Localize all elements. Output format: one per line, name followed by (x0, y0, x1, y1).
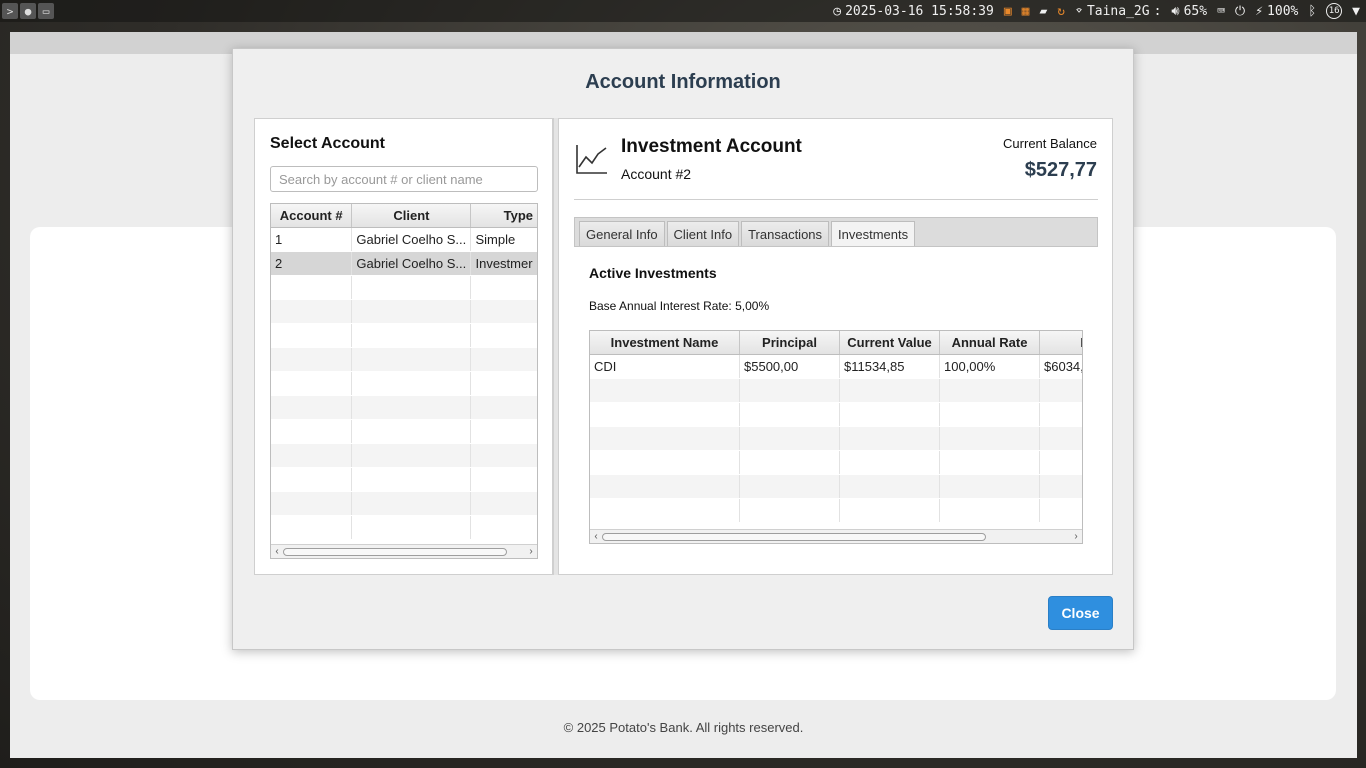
scroll-right-icon[interactable]: › (525, 545, 537, 558)
terminal-launcher-icon[interactable]: > (2, 3, 18, 19)
accounts-horizontal-scrollbar[interactable]: ‹ › (271, 544, 537, 558)
empty-row (271, 372, 537, 396)
wifi-ssid: Taina_2G (1086, 3, 1150, 19)
cell-principal: $5500,00 (740, 355, 840, 378)
empty-row (590, 427, 1082, 451)
tab-transactions[interactable]: Transactions (741, 221, 830, 246)
active-investments-title: Active Investments (589, 265, 717, 281)
cell-account-number: 1 (271, 228, 353, 251)
table-row[interactable]: CDI $5500,00 $11534,85 100,00% $6034, (590, 355, 1082, 379)
battery-indicator[interactable]: ⚡ 100% (1255, 4, 1298, 19)
empty-row (271, 348, 537, 372)
wifi-indicator[interactable]: ⌔ Taina_2G : (1075, 4, 1161, 19)
folder-tray-icon[interactable]: ▰ (1039, 4, 1047, 19)
current-balance-value: $527,77 (1024, 159, 1097, 181)
cell-annual-rate: 100,00% (940, 355, 1040, 378)
table-row-selected[interactable]: 2 Gabriel Coelho S... Investmer (271, 252, 537, 276)
wifi-signal-icon[interactable]: ▼ (1352, 4, 1360, 19)
table-row[interactable]: 1 Gabriel Coelho S... Simple (271, 228, 537, 252)
clock-icon: ◷ (833, 3, 842, 19)
col-principal[interactable]: Principal (740, 331, 840, 354)
notification-count-badge[interactable]: 16 (1326, 3, 1343, 19)
dialog-title: Account Information (585, 71, 781, 93)
scrollbar-thumb[interactable] (283, 548, 507, 556)
empty-row (271, 492, 537, 516)
select-account-title: Select Account (270, 135, 385, 152)
app-footer: © 2025 Potato's Bank. All rights reserve… (563, 720, 804, 735)
empty-row (271, 276, 537, 300)
cell-type: Investmer (475, 256, 533, 271)
empty-row (271, 444, 537, 468)
empty-row (271, 516, 537, 540)
update-tray-icon[interactable]: ↻ (1057, 4, 1065, 19)
tab-investments[interactable]: Investments (831, 221, 916, 246)
cell-account-number: 2 (271, 252, 353, 275)
scroll-left-icon[interactable]: ‹ (271, 545, 283, 558)
clock[interactable]: ◷ 2025-03-16 15:58:39 (833, 4, 994, 19)
account-type-title: Investment Account (621, 136, 802, 157)
empty-row (590, 475, 1082, 499)
investments-table[interactable]: Investment Name Principal Current Value … (589, 330, 1083, 544)
account-information-dialog: Account Information Select Account Searc… (232, 48, 1134, 650)
empty-row (590, 379, 1082, 403)
investments-table-header: Investment Name Principal Current Value … (590, 331, 1082, 355)
col-annual-rate[interactable]: Annual Rate (940, 331, 1040, 354)
header-divider (574, 199, 1098, 200)
cell-interest-truncated: $6034, (1044, 359, 1083, 374)
col-account-number[interactable]: Account # (271, 204, 353, 227)
power-tray-icon[interactable]: ⏻ (1235, 4, 1245, 19)
account-search-input[interactable]: Search by account # or client name (270, 166, 538, 192)
account-details-panel: Investment Account Account #2 Current Ba… (558, 118, 1113, 575)
empty-row (271, 300, 537, 324)
cell-type: Simple (475, 232, 516, 247)
scroll-left-icon[interactable]: ‹ (590, 530, 602, 543)
volume-indicator[interactable]: 🔊︎ 65% (1171, 4, 1207, 19)
empty-row (271, 324, 537, 348)
wifi-separator: : (1153, 3, 1162, 19)
account-number: Account #2 (621, 166, 692, 182)
col-interest-truncated[interactable]: I (1040, 331, 1082, 354)
empty-row (271, 468, 537, 492)
clock-datetime: 2025-03-16 15:58:39 (845, 3, 994, 19)
account-tabs: General Info Client Info Transactions In… (574, 217, 1098, 247)
empty-row (590, 451, 1082, 475)
investments-horizontal-scrollbar[interactable]: ‹ › (590, 529, 1082, 543)
tab-client-info[interactable]: Client Info (666, 221, 740, 246)
volume-icon: 🔊︎ (1171, 3, 1180, 19)
cell-client: Gabriel Coelho S... (352, 228, 472, 251)
plug-icon: ⚡ (1255, 3, 1264, 19)
system-top-bar: > ● ▭ ◷ 2025-03-16 15:58:39 ▣ ▦ ▰ ↻ ⌔ Ta… (0, 0, 1366, 22)
scroll-right-icon[interactable]: › (1070, 530, 1082, 543)
base-interest-rate: Base Annual Interest Rate: 5,00% (589, 299, 770, 313)
files-launcher-icon[interactable]: ▭ (38, 3, 54, 19)
select-account-panel: Select Account Search by account # or cl… (254, 118, 553, 575)
empty-row (271, 420, 537, 444)
col-investment-name[interactable]: Investment Name (590, 331, 740, 354)
cell-investment-name: CDI (590, 355, 740, 378)
cell-current-value: $11534,85 (840, 355, 940, 378)
accounts-table[interactable]: Account # Client Type 1 Gabriel Coelho S… (270, 203, 538, 559)
col-current-value[interactable]: Current Value (840, 331, 940, 354)
empty-row (590, 499, 1082, 523)
empty-row (590, 403, 1082, 427)
wifi-icon: ⌔ (1075, 3, 1083, 19)
calendar-tray-icon[interactable]: ▦ (1022, 4, 1030, 19)
bluetooth-tray-icon[interactable]: ᛒ (1308, 4, 1316, 19)
volume-level: 65% (1183, 3, 1208, 19)
scrollbar-thumb[interactable] (602, 533, 986, 541)
search-placeholder: Search by account # or client name (279, 171, 483, 187)
app-launcher-icon[interactable]: ● (20, 3, 36, 19)
terminal-tray-icon[interactable]: ▣ (1004, 4, 1012, 19)
accounts-table-header: Account # Client Type (271, 204, 537, 228)
close-button[interactable]: Close (1048, 596, 1113, 630)
empty-row (271, 396, 537, 420)
col-type[interactable]: Type (471, 204, 537, 227)
tab-general-info[interactable]: General Info (579, 221, 665, 246)
cell-client: Gabriel Coelho S... (352, 252, 472, 275)
col-client[interactable]: Client (352, 204, 472, 227)
current-balance-label: Current Balance (1003, 136, 1097, 151)
line-chart-icon (576, 145, 607, 174)
keyboard-tray-icon[interactable]: ⌨ (1217, 4, 1225, 19)
battery-level: 100% (1267, 3, 1299, 19)
